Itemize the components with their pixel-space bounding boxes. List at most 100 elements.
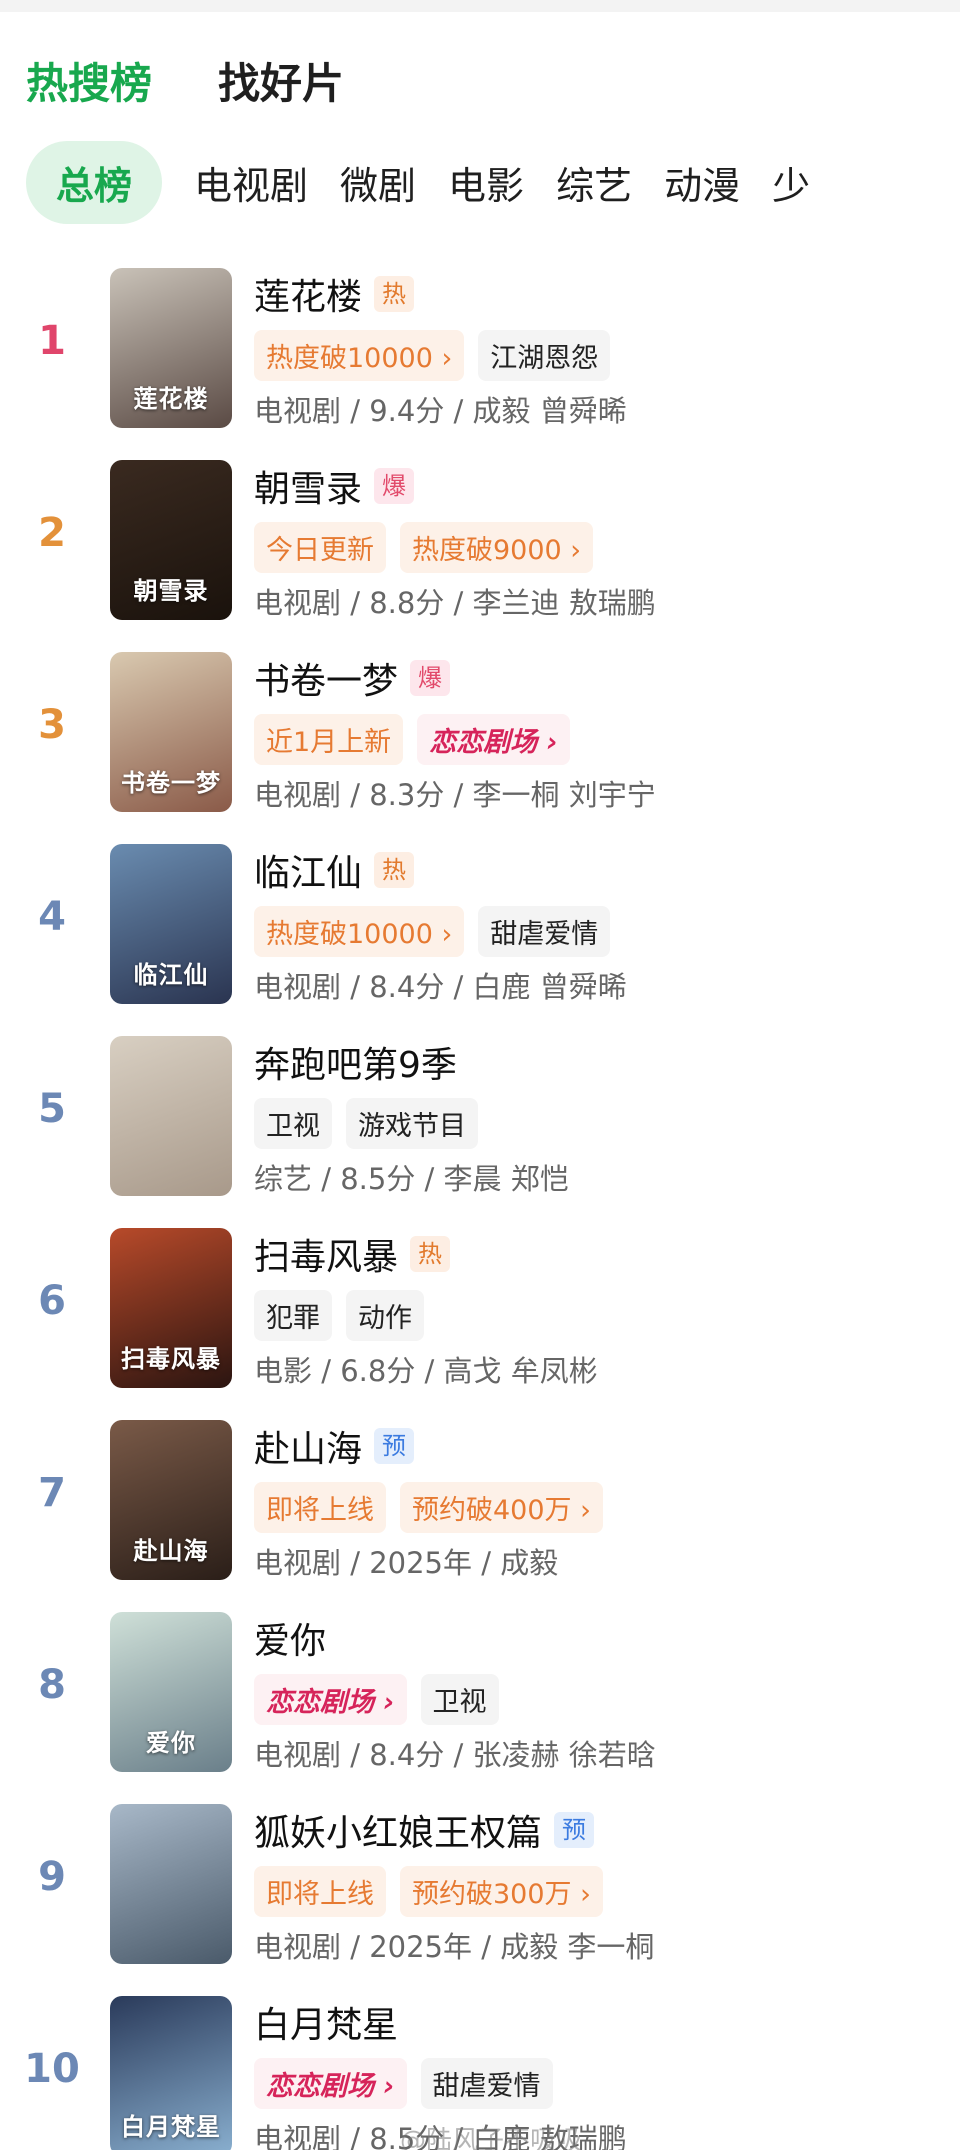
tag-chip[interactable]: 预约破300万 › — [400, 1866, 603, 1917]
list-item[interactable]: 4 临江仙 临江仙热热度破10000 › 甜虐爱情 电视剧 / 8.4分 / 白鹿 曾舜… — [0, 844, 960, 1036]
tag-chip[interactable]: 热度破10000 › — [254, 330, 465, 381]
tags-row: 近1月上新 恋恋剧场 › — [254, 714, 570, 765]
rank-number: 6 — [38, 1278, 66, 1324]
title-row: 临江仙热 — [254, 844, 415, 896]
status-badge: 预 — [374, 1428, 415, 1464]
rank-number: 8 — [38, 1662, 66, 1708]
top-divider — [0, 0, 960, 12]
meta-info: 电视剧 / 2025年 / 成毅 — [254, 1546, 559, 1580]
poster-image[interactable]: 白月梵星 — [110, 1996, 232, 2150]
show-title[interactable]: 临江仙 — [254, 844, 362, 896]
tag-chip[interactable]: 热度破9000 › — [400, 522, 594, 573]
category-tabs: 总榜 电视剧 微剧 电影 综艺 动漫 少 — [26, 140, 960, 224]
main-tabs: 热搜榜 找好片 — [26, 50, 344, 111]
tag-chip[interactable]: 即将上线 — [254, 1482, 386, 1533]
category-tab-micro[interactable]: 微剧 — [340, 155, 416, 210]
poster-image[interactable]: 莲花楼 — [110, 268, 232, 428]
show-title[interactable]: 白月梵星 — [254, 1996, 398, 2048]
list-item[interactable]: 1 莲花楼 莲花楼热热度破10000 › 江湖恩怨 电视剧 / 9.4分 / 成毅 曾舜… — [0, 268, 960, 460]
poster-title-art: 临江仙 — [133, 961, 209, 989]
tag-chip[interactable]: 甜虐爱情 — [478, 906, 611, 957]
tab-find-good-films[interactable]: 找好片 — [218, 50, 344, 111]
status-badge: 热 — [374, 276, 415, 312]
tag-chip[interactable]: 预约破400万 › — [400, 1482, 603, 1533]
tags-row: 热度破10000 › 甜虐爱情 — [254, 906, 611, 957]
show-title[interactable]: 赴山海 — [254, 1420, 362, 1472]
poster-title-art: 朝雪录 — [133, 577, 209, 605]
status-badge: 热 — [374, 852, 415, 888]
show-title[interactable]: 莲花楼 — [254, 268, 362, 320]
poster-image[interactable]: 临江仙 — [110, 844, 232, 1004]
rank-number: 7 — [38, 1470, 66, 1516]
tag-chip[interactable]: 近1月上新 — [254, 714, 404, 765]
poster-image[interactable] — [110, 1804, 232, 1964]
tag-chip[interactable]: 江湖恩怨 — [478, 330, 611, 381]
tags-row: 今日更新 热度破9000 › — [254, 522, 594, 573]
list-item[interactable]: 5 奔跑吧第9季 卫视 游戏节目综艺 / 8.5分 / 李晨 郑恺 — [0, 1036, 960, 1228]
list-item[interactable]: 3 书卷一梦 书卷一梦爆近1月上新 恋恋剧场 › 电视剧 / 8.3分 / 李一桐 刘宇… — [0, 652, 960, 844]
category-tab-movie[interactable]: 电影 — [448, 155, 524, 210]
tag-chip[interactable]: 动作 — [346, 1290, 424, 1341]
tag-chip[interactable]: 卫视 — [420, 1674, 499, 1725]
title-row: 赴山海预 — [254, 1420, 415, 1472]
rank-number: 3 — [38, 702, 66, 748]
tags-row: 卫视 游戏节目 — [254, 1098, 478, 1149]
meta-info: 电视剧 / 9.4分 / 成毅 曾舜晞 — [254, 394, 627, 428]
tag-chip[interactable]: 恋恋剧场 › — [254, 2058, 407, 2109]
meta-info: 电视剧 / 2025年 / 成毅 李一桐 — [254, 1930, 655, 1964]
category-tab-kids[interactable]: 少 — [772, 155, 810, 210]
show-title[interactable]: 爱你 — [254, 1612, 326, 1664]
show-title[interactable]: 狐妖小红娘王权篇 — [254, 1804, 542, 1856]
poster-title-art: 扫毒风暴 — [121, 1345, 221, 1373]
tag-chip[interactable]: 热度破10000 › — [254, 906, 465, 957]
tag-chip[interactable]: 恋恋剧场 › — [254, 1674, 407, 1725]
poster-title-art: 莲花楼 — [133, 385, 209, 413]
list-item[interactable]: 2 朝雪录 朝雪录爆今日更新 热度破9000 › 电视剧 / 8.8分 / 李兰迪 敖瑞… — [0, 460, 960, 652]
tag-chip[interactable]: 游戏节目 — [346, 1098, 478, 1149]
ranking-list: 1 莲花楼 莲花楼热热度破10000 › 江湖恩怨 电视剧 / 9.4分 / 成毅 曾舜… — [0, 268, 960, 2150]
poster-title-art: 白月梵星 — [121, 2113, 221, 2141]
meta-info: 电视剧 / 8.4分 / 张凌赫 徐若晗 — [254, 1738, 656, 1772]
meta-info: 电影 / 6.8分 / 高戈 牟凤彬 — [254, 1354, 598, 1388]
category-tab-all[interactable]: 总榜 — [26, 140, 163, 224]
tag-chip[interactable]: 即将上线 — [254, 1866, 386, 1917]
show-title[interactable]: 扫毒风暴 — [254, 1228, 398, 1280]
tag-chip[interactable]: 卫视 — [254, 1098, 332, 1149]
list-item[interactable]: 6 扫毒风暴 扫毒风暴热犯罪 动作 电影 / 6.8分 / 高戈 牟凤彬 — [0, 1228, 960, 1420]
category-tab-anime[interactable]: 动漫 — [664, 155, 740, 210]
tag-chip[interactable]: 甜虐爱情 — [420, 2058, 553, 2109]
poster-image[interactable]: 赴山海 — [110, 1420, 232, 1580]
title-row: 扫毒风暴热 — [254, 1228, 451, 1280]
show-title[interactable]: 奔跑吧第9季 — [254, 1036, 457, 1088]
category-tab-tv[interactable]: 电视剧 — [194, 155, 308, 210]
tag-chip[interactable]: 恋恋剧场 › — [417, 714, 570, 765]
list-item[interactable]: 9 狐妖小红娘王权篇预即将上线 预约破300万 › 电视剧 / 2025年 / 成毅 … — [0, 1804, 960, 1996]
status-badge: 爆 — [410, 660, 451, 696]
tags-row: 恋恋剧场 › 甜虐爱情 — [254, 2058, 553, 2109]
show-title[interactable]: 朝雪录 — [254, 460, 362, 512]
show-title[interactable]: 书卷一梦 — [254, 652, 398, 704]
meta-info: 电视剧 / 8.8分 / 李兰迪 敖瑞鹏 — [254, 586, 656, 620]
poster-title-art: 书卷一梦 — [121, 769, 221, 797]
tags-row: 即将上线 预约破300万 › — [254, 1866, 603, 1917]
meta-info: 综艺 / 8.5分 / 李晨 郑恺 — [254, 1162, 569, 1196]
tags-row: 犯罪 动作 — [254, 1290, 424, 1341]
poster-image[interactable]: 书卷一梦 — [110, 652, 232, 812]
poster-title-art: 爱你 — [146, 1729, 196, 1757]
tab-hot-search[interactable]: 热搜榜 — [26, 50, 152, 111]
tags-row: 即将上线 预约破400万 › — [254, 1482, 603, 1533]
rank-number: 9 — [38, 1854, 66, 1900]
title-row: 莲花楼热 — [254, 268, 415, 320]
list-item[interactable]: 7 赴山海 赴山海预即将上线 预约破400万 › 电视剧 / 2025年 / 成毅 — [0, 1420, 960, 1612]
poster-image[interactable]: 朝雪录 — [110, 460, 232, 620]
watermark: @陆风子不吸吸 — [400, 2126, 583, 2150]
tag-chip[interactable]: 今日更新 — [254, 522, 386, 573]
rank-number: 1 — [38, 318, 66, 364]
tag-chip[interactable]: 犯罪 — [254, 1290, 332, 1341]
rank-number: 5 — [38, 1086, 66, 1132]
poster-image[interactable]: 爱你 — [110, 1612, 232, 1772]
poster-image[interactable]: 扫毒风暴 — [110, 1228, 232, 1388]
list-item[interactable]: 8 爱你 爱你 恋恋剧场 › 卫视 电视剧 / 8.4分 / 张凌赫 徐若晗 — [0, 1612, 960, 1804]
poster-image[interactable] — [110, 1036, 232, 1196]
category-tab-variety[interactable]: 综艺 — [556, 155, 632, 210]
